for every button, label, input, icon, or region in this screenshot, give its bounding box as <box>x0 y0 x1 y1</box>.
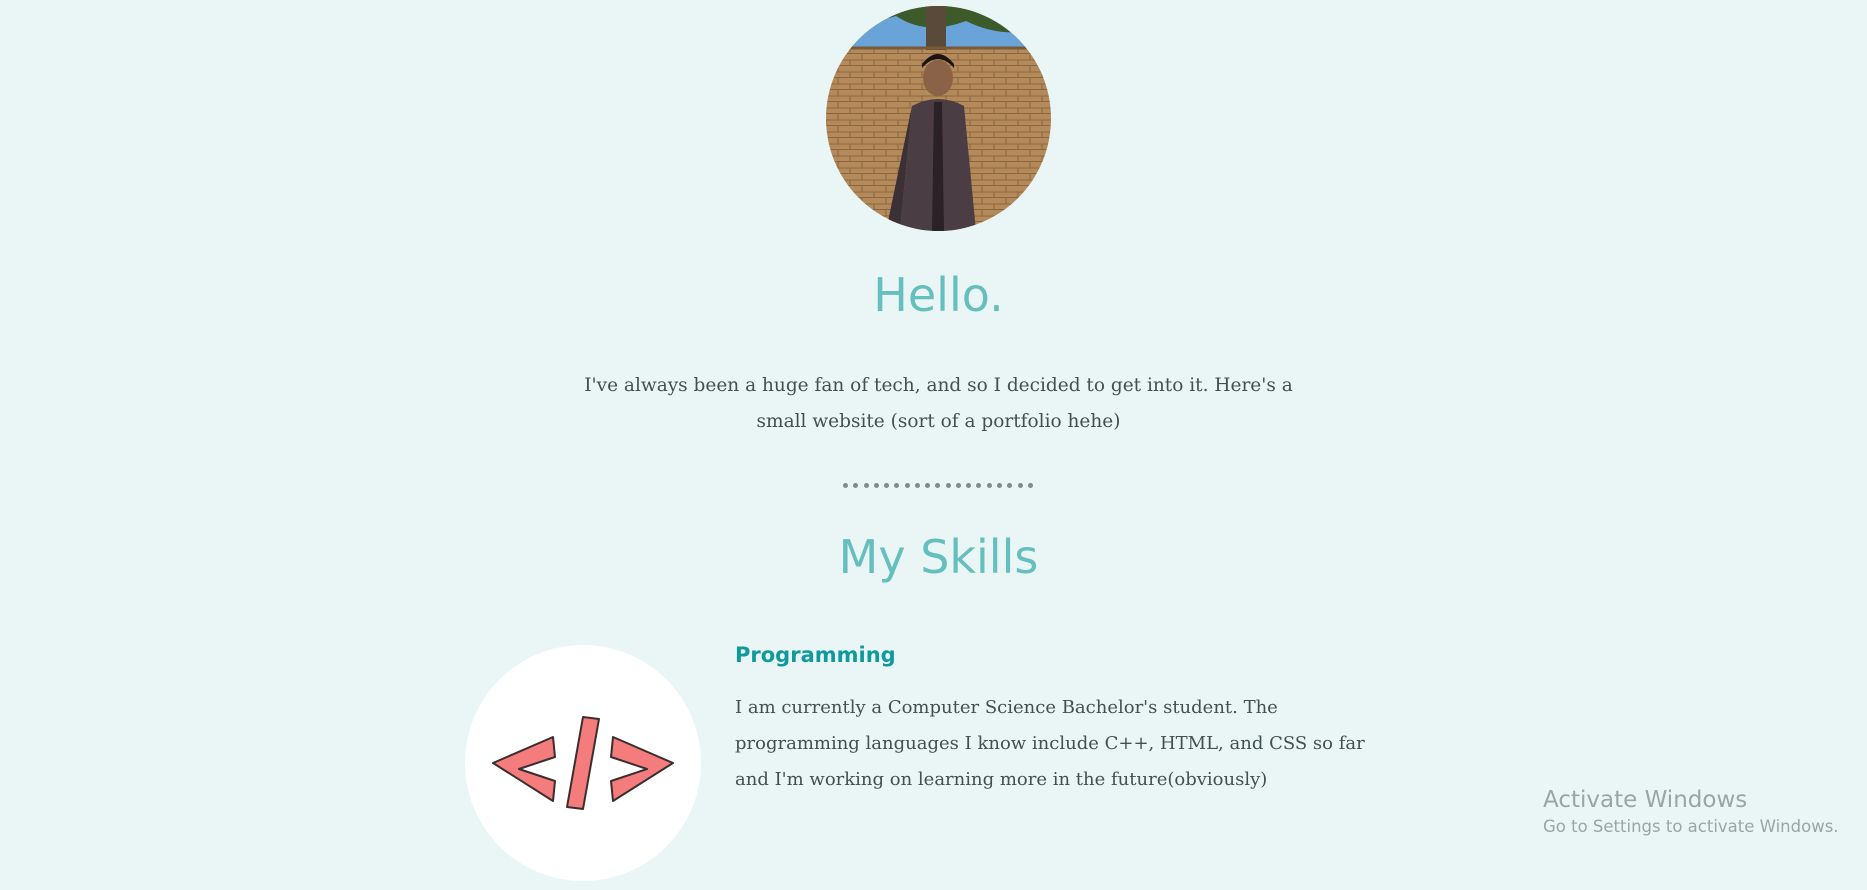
profile-photo <box>826 6 1051 231</box>
activate-windows-watermark: Activate Windows Go to Settings to activ… <box>1543 785 1839 839</box>
skills-heading: My Skills <box>838 530 1039 584</box>
hello-heading: Hello. <box>873 268 1004 322</box>
skill-heading-programming: Programming <box>735 643 896 667</box>
activate-windows-subtitle: Go to Settings to activate Windows. <box>1543 817 1839 836</box>
activate-windows-title: Activate Windows <box>1543 787 1748 813</box>
skill-description-programming: I am currently a Computer Science Bachel… <box>735 697 1365 790</box>
dotted-divider <box>843 479 1033 491</box>
intro-text: I've always been a huge fan of tech, and… <box>584 375 1293 432</box>
code-icon <box>465 645 701 881</box>
